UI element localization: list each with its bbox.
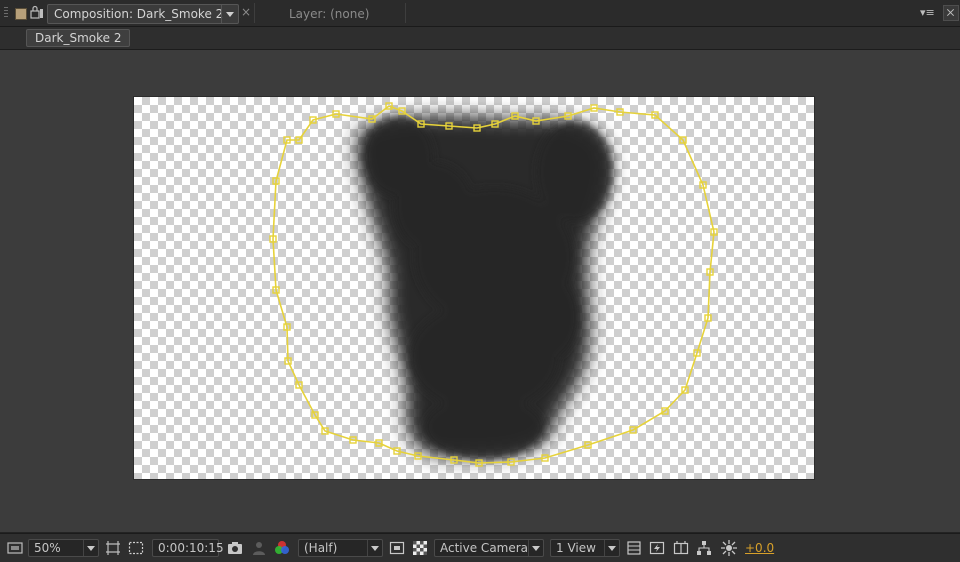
- close-tab-icon[interactable]: ×: [241, 5, 251, 19]
- chevron-down-icon: [528, 540, 543, 556]
- composition-navigator: Dark_Smoke 2: [0, 27, 960, 50]
- resolution-dropdown[interactable]: (Half): [298, 539, 383, 557]
- always-preview-icon[interactable]: [6, 539, 24, 557]
- magnification-value: 50%: [34, 541, 61, 555]
- timecode-field[interactable]: 0:00:10:15: [152, 539, 224, 557]
- chevron-down-icon: [604, 540, 619, 556]
- transparency-grid-icon[interactable]: [411, 539, 429, 557]
- tab-layer[interactable]: Layer: (none): [254, 3, 406, 23]
- close-icon[interactable]: [943, 5, 959, 21]
- reset-exposure-icon[interactable]: [720, 539, 738, 557]
- comp-flowchart-icon[interactable]: [695, 539, 713, 557]
- view-layout-dropdown[interactable]: 1 View: [550, 539, 620, 557]
- snapshot-icon[interactable]: [226, 539, 244, 557]
- breadcrumb[interactable]: Dark_Smoke 2: [26, 29, 131, 47]
- viewer-toolbar: 50% 0:00:10:15 (Half) Active Camera 1 Vi…: [0, 533, 960, 562]
- smoke-layer: [356, 115, 612, 459]
- pixel-aspect-icon[interactable]: [625, 539, 643, 557]
- chevron-down-icon: [367, 540, 382, 556]
- camera-dropdown[interactable]: Active Camera: [434, 539, 544, 557]
- show-snapshot-icon[interactable]: [250, 539, 268, 557]
- camera-value: Active Camera: [440, 541, 529, 555]
- channel-rgb-icon[interactable]: [273, 539, 291, 557]
- panel-grip-icon[interactable]: [4, 7, 8, 19]
- chevron-down-icon[interactable]: [221, 5, 238, 23]
- toggle-mask-visibility-icon[interactable]: [127, 539, 145, 557]
- exposure-value[interactable]: +0.0: [745, 541, 774, 555]
- panel-tab-bar: Composition: Dark_Smoke 2 × Layer: (none…: [0, 0, 960, 27]
- tab-composition[interactable]: Composition: Dark_Smoke 2: [47, 4, 239, 24]
- chevron-down-icon: [83, 540, 98, 556]
- magnification-dropdown[interactable]: 50%: [28, 539, 99, 557]
- timecode-value: 0:00:10:15: [158, 541, 224, 555]
- fast-preview-icon[interactable]: [648, 539, 666, 557]
- lock-icon[interactable]: [30, 5, 44, 20]
- view-layout-value: 1 View: [556, 541, 596, 555]
- label-color-icon[interactable]: [15, 8, 27, 20]
- composition-tab-title: Composition: Dark_Smoke 2: [54, 7, 224, 21]
- layer-tab-title: Layer: (none): [289, 7, 370, 21]
- grid-guide-icon[interactable]: [104, 539, 122, 557]
- region-of-interest-icon[interactable]: [388, 539, 406, 557]
- composition-viewer[interactable]: [0, 50, 960, 532]
- resolution-value: (Half): [304, 541, 338, 555]
- timeline-icon[interactable]: [672, 539, 690, 557]
- composition-canvas[interactable]: [134, 97, 814, 479]
- panel-menu-icon[interactable]: ▾≡: [920, 6, 936, 19]
